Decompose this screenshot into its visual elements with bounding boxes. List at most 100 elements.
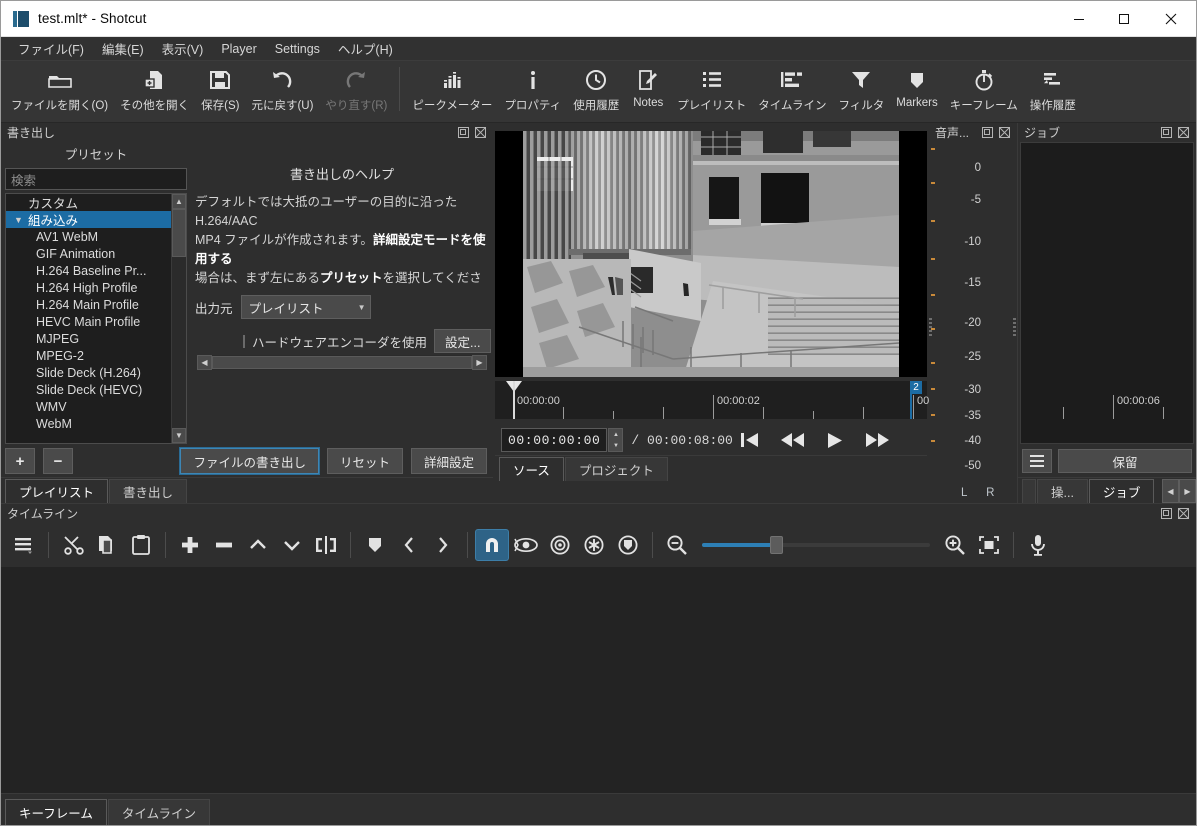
timeline-menu-button[interactable] [7, 529, 41, 561]
float-icon[interactable] [980, 126, 994, 140]
tree-row[interactable]: WMV [6, 398, 171, 415]
chevron-down-icon[interactable]: ▼ [14, 215, 28, 225]
toolbar-keyframes[interactable]: キーフレーム [944, 67, 1024, 113]
rewind-icon[interactable] [781, 432, 805, 448]
tree-row[interactable]: H.264 High Profile [6, 279, 171, 296]
tree-row[interactable]: GIF Animation [6, 245, 171, 262]
play-icon[interactable] [827, 432, 843, 449]
video-preview-area[interactable] [495, 131, 927, 377]
dock-resize-grip[interactable] [929, 318, 932, 338]
close-icon[interactable] [1176, 507, 1190, 521]
timeline-cut-button[interactable] [56, 529, 90, 561]
tree-row[interactable]: MPEG-2 [6, 347, 171, 364]
tree-row[interactable]: ▼組み込み [6, 211, 171, 228]
player-ruler[interactable]: 00:00:00 00:00:02 00:00:04 00:00:06 2 [495, 381, 927, 419]
skip-to-start-icon[interactable] [740, 432, 759, 448]
toolbar-markers[interactable]: Markers [890, 67, 944, 109]
minimize-button[interactable] [1056, 1, 1101, 37]
position-stepper[interactable]: ▲▼ [608, 428, 623, 452]
timeline-append-button[interactable] [173, 529, 207, 561]
tab-keyframes[interactable]: キーフレーム [5, 799, 107, 825]
tree-row[interactable]: Slide Deck (H.264) [6, 364, 171, 381]
stepper-down-icon[interactable]: ▼ [613, 443, 619, 449]
scroll-down-icon[interactable]: ▼ [172, 428, 186, 443]
stepper-up-icon[interactable]: ▲ [613, 432, 619, 438]
fast-forward-icon[interactable] [865, 432, 889, 448]
close-icon[interactable] [997, 126, 1011, 140]
timeline-paste-button[interactable] [124, 529, 158, 561]
timeline-zoom-slider[interactable] [702, 535, 930, 555]
dock-resize-grip[interactable] [1013, 318, 1016, 338]
toolbar-open-file[interactable]: ファイルを開く(O) [5, 67, 114, 113]
toolbar-undo[interactable]: 元に戻す(U) [245, 67, 319, 113]
close-button[interactable] [1146, 1, 1196, 37]
tree-row[interactable]: HEVC Main Profile [6, 313, 171, 330]
tab-playlist[interactable]: プレイリスト [5, 479, 108, 503]
tab-partial[interactable] [1022, 479, 1036, 503]
hardware-encoder-checkbox[interactable] [243, 335, 245, 348]
timeline-marker-button[interactable] [358, 529, 392, 561]
timeline-ripple-markers-toggle[interactable] [611, 529, 645, 561]
remove-preset-button[interactable]: − [43, 448, 73, 474]
scrollbar-thumb[interactable] [172, 209, 186, 257]
jobs-pause-button[interactable]: 保留 [1058, 449, 1192, 473]
timeline-snap-toggle[interactable] [475, 529, 509, 561]
timeline-zoom-in-button[interactable] [938, 529, 972, 561]
timeline-marker[interactable]: 2 [910, 381, 922, 394]
tab-prev-icon[interactable]: ◀ [1162, 479, 1179, 503]
current-position-input[interactable]: 00:00:00:00 [501, 428, 607, 452]
tab-operations[interactable]: 操... [1037, 479, 1088, 503]
tree-row[interactable]: カスタム [6, 194, 171, 211]
tab-jobs[interactable]: ジョブ [1089, 479, 1155, 503]
jobs-menu-button[interactable] [1022, 449, 1052, 473]
menu-player[interactable]: Player [212, 40, 265, 58]
close-icon[interactable] [473, 126, 487, 140]
advanced-button[interactable]: 詳細設定 [411, 448, 487, 474]
tree-row[interactable]: Slide Deck (HEVC) [6, 381, 171, 398]
timeline-ripple-all-tracks-toggle[interactable] [577, 529, 611, 561]
encoder-settings-button[interactable]: 設定... [434, 329, 491, 353]
scrollbar-track[interactable] [172, 257, 186, 428]
float-icon[interactable] [1159, 126, 1173, 140]
toolbar-playlist[interactable]: プレイリスト [671, 67, 752, 113]
menu-view[interactable]: 表示(V) [153, 37, 213, 60]
zoom-slider-thumb[interactable] [770, 536, 783, 554]
timeline-previous-marker-button[interactable] [392, 529, 426, 561]
toolbar-timeline[interactable]: タイムライン [752, 67, 832, 113]
tree-row[interactable]: WebM [6, 415, 171, 432]
timeline-overwrite-button[interactable] [275, 529, 309, 561]
timeline-ripple-toggle[interactable] [543, 529, 577, 561]
float-icon[interactable] [456, 126, 470, 140]
jobs-list[interactable] [1020, 142, 1194, 444]
timeline-record-audio-button[interactable] [1021, 529, 1055, 561]
toolbar-open-other[interactable]: その他を開く [114, 67, 195, 113]
toolbar-recent[interactable]: 使用履歴 [567, 67, 625, 113]
toolbar-notes[interactable]: Notes [625, 67, 671, 109]
timeline-lift-button[interactable] [241, 529, 275, 561]
toolbar-save[interactable]: 保存(S) [195, 67, 245, 113]
timeline-scrub-toggle[interactable] [509, 529, 543, 561]
tree-row[interactable]: MJPEG [6, 330, 171, 347]
timeline-zoom-out-button[interactable] [660, 529, 694, 561]
menu-file[interactable]: ファイル(F) [9, 37, 93, 60]
export-hscrollbar[interactable]: ◀ ▶ [197, 355, 487, 370]
preset-tree[interactable]: カスタム ▼組み込み AV1 WebM GIF Animation H.264 … [6, 194, 171, 443]
scroll-left-icon[interactable]: ◀ [197, 355, 212, 370]
maximize-button[interactable] [1101, 1, 1146, 37]
source-select[interactable]: プレイリスト ▼ [241, 295, 371, 319]
peak-meter-area[interactable]: 0 -5 -10 -15 -20 -25 -30 -35 -40 -50 [929, 142, 1017, 503]
timeline-zoom-fit-button[interactable] [972, 529, 1006, 561]
tab-source[interactable]: ソース [499, 457, 564, 481]
tab-timeline[interactable]: タイムライン [108, 799, 210, 825]
close-icon[interactable] [1176, 126, 1190, 140]
toolbar-peak-meter[interactable]: ピークメーター [406, 67, 498, 113]
add-preset-button[interactable]: + [5, 448, 35, 474]
hscrollbar-thumb[interactable] [212, 356, 472, 369]
timeline-ripple-delete-button[interactable] [207, 529, 241, 561]
hscrollbar-track[interactable] [212, 355, 472, 370]
toolbar-history[interactable]: 操作履歴 [1024, 67, 1082, 113]
preset-search-input[interactable]: 検索 [5, 168, 187, 190]
tab-project[interactable]: プロジェクト [565, 457, 668, 481]
reset-button[interactable]: リセット [327, 448, 403, 474]
preset-tree-scrollbar[interactable]: ▲ ▼ [171, 194, 186, 443]
